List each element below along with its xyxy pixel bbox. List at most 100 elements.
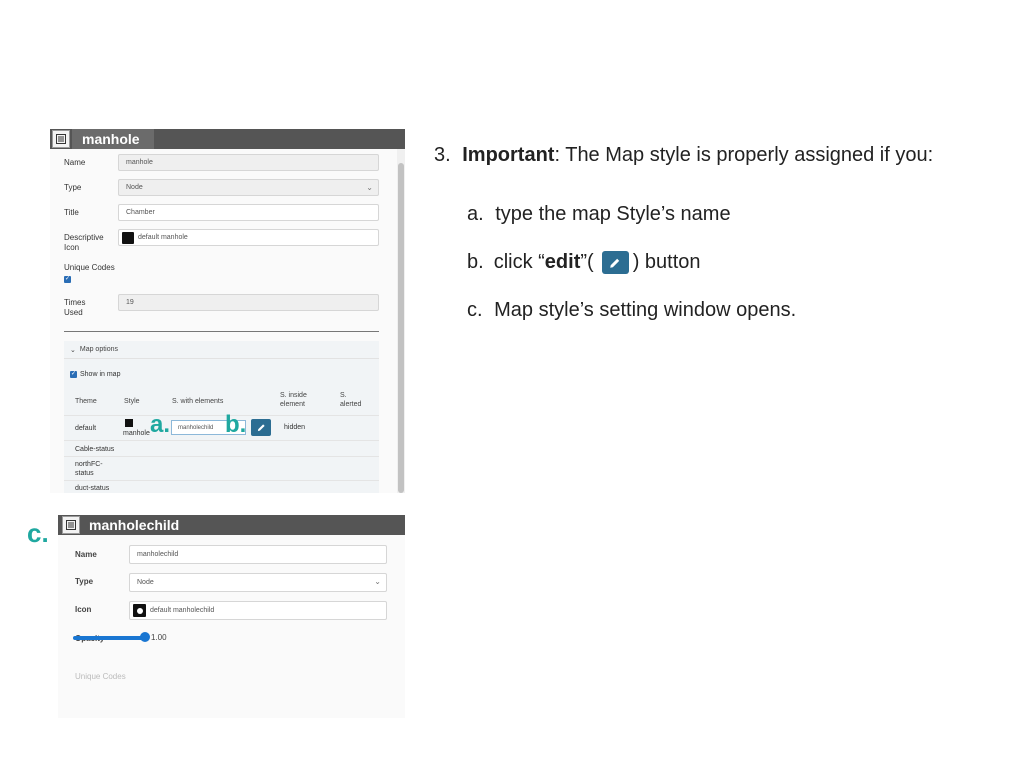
manhole-icon [122,231,134,244]
panel-title: manhole [82,131,140,147]
pencil-icon [257,424,265,432]
instruction-a: a. type the map Style’s name [467,203,731,226]
manholechild-style-panel: manholechild Name manholechild Type Node… [58,515,405,718]
opacity-value: 1.00 [151,633,167,642]
icon-field[interactable]: default manholechild [129,601,387,620]
row-divider [64,480,379,481]
descriptive-label: Descriptive [64,233,104,242]
title-field[interactable]: Chamber [118,204,379,221]
col-inside-2: element [280,401,305,408]
edit-word: edit [544,251,581,273]
sub-marker-c: c. [467,299,483,321]
unique-codes-ghost: Unique Codes [75,672,126,681]
type-value: Node [137,579,154,586]
instruction-a-text: type the map Style’s name [495,203,731,225]
type-select[interactable]: Node ⌄ [118,179,379,196]
row-divider [64,440,379,441]
col-alerted-1: S. [340,392,347,399]
panel-title-tab: manhole [72,129,154,149]
col-style: Style [124,398,140,405]
chevron-down-icon: ⌄ [70,346,76,354]
manholechild-icon [133,604,146,617]
map-options-section: ⌄ Map options ✓ Show in map Theme Style S… [64,341,379,493]
marker-c: c. [27,518,49,548]
descriptive-icon-label: Descriptive Icon [64,233,104,253]
name-label: Name [75,550,97,559]
manhole-style-panel: manhole Name manhole Type Node ⌄ Title Ch… [50,129,405,493]
show-in-map-checkbox[interactable]: ✓ [70,371,77,378]
col-inside-element: S. inside element [280,391,307,409]
descriptive-icon-value: default manhole [138,234,188,241]
row-duct-status: duct-status [75,485,110,492]
important-label: Important [462,144,555,166]
col-theme: Theme [75,398,97,405]
chevron-down-icon: ⌄ [374,577,381,586]
row-northfc-2: status [75,470,94,477]
times-used-field: 19 [118,294,379,311]
sub-marker-b: b. [467,251,484,273]
default-row-theme: default [75,425,97,432]
instruction-3: 3. Important: The Map style is properly … [434,144,933,167]
col-inside-1: S. inside [280,392,307,399]
instruction-b-text-2: ”( [580,251,594,273]
row-divider [64,456,379,457]
times-used-value: 19 [126,299,134,306]
marker-a: a. [150,411,171,438]
edit-button-illustration [601,251,629,274]
map-options-header[interactable]: ⌄ Map options [64,341,379,359]
panel-header: manhole [50,129,405,149]
used-label: Used [64,308,83,317]
instruction-intro: : The Map style is properly assigned if … [554,144,934,166]
default-row-style: manhole [123,430,150,437]
sub-marker-a: a. [467,203,484,225]
step-number: 3. [434,144,451,166]
edit-button[interactable] [251,419,271,436]
scrollbar[interactable] [397,149,405,493]
divider [64,331,379,332]
name-value: manhole [126,159,153,166]
icon-label: Icon [64,243,80,252]
default-row-inside: hidden [284,424,306,431]
row-cable-status: Cable-status [75,446,115,453]
instruction-c: c. Map style’s setting window opens. [467,299,796,322]
times-label: Times [64,298,86,307]
title-label: Title [64,208,79,217]
col-alerted: S. alerted [340,391,361,409]
type-label: Type [64,183,82,192]
type-select[interactable]: Node ⌄ [129,573,387,592]
row-divider [64,415,379,416]
panel-title: manholechild [89,517,180,533]
instruction-c-text: Map style’s setting window opens. [494,299,797,321]
scrollbar-thumb[interactable] [398,163,404,493]
opacity-slider-track[interactable] [73,636,146,640]
opacity-slider-thumb[interactable] [140,632,150,642]
name-value: manholechild [137,551,179,558]
row-northfc: northFC-status [75,460,103,478]
unique-codes-checkbox[interactable]: ✓ [64,276,71,283]
type-label: Type [75,577,94,586]
list-icon[interactable] [62,516,80,534]
instruction-b-text-3: ) button [632,251,701,273]
icon-label: Icon [75,605,92,614]
list-icon[interactable] [52,130,70,148]
title-value: Chamber [126,209,155,216]
col-with-elements: S. with elements [172,398,224,405]
type-value: Node [126,184,143,191]
chevron-down-icon: ⌄ [366,183,373,192]
pencil-icon [610,258,620,268]
col-alerted-2: alerted [340,401,362,408]
map-options-title: Map options [79,346,119,353]
row-northfc-1: northFC- [75,461,103,468]
style-swatch [125,419,133,427]
descriptive-icon-field[interactable]: default manhole [118,229,379,246]
panel-header: manholechild [58,515,405,535]
name-field[interactable]: manholechild [129,545,387,564]
name-label: Name [64,158,86,167]
times-used-label: Times Used [64,298,85,318]
show-in-map-label: Show in map [80,371,121,378]
name-field[interactable]: manhole [118,154,379,171]
instruction-b-text-1: click “ [493,251,545,273]
icon-value: default manholechild [150,607,215,614]
style-input-value: manholechild [178,424,214,431]
unique-codes-label: Unique Codes [64,263,115,272]
